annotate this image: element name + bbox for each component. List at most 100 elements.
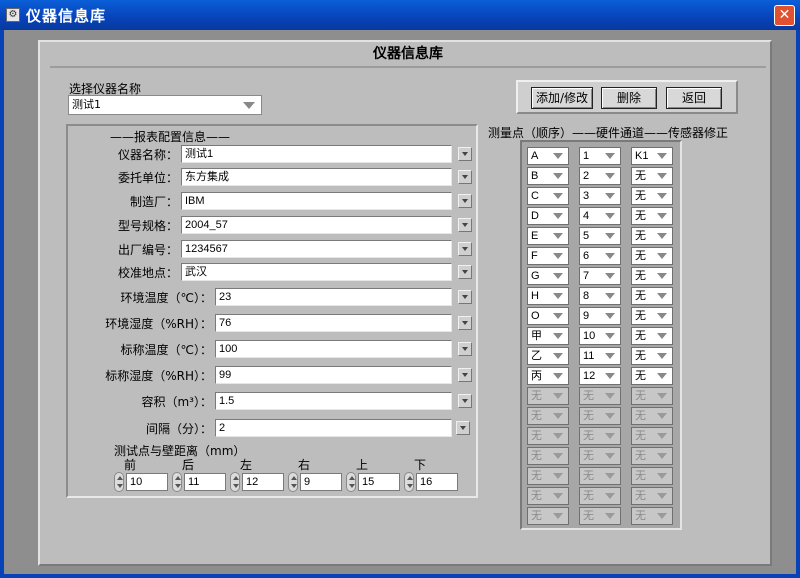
field-dropdown-icon[interactable]: [458, 394, 472, 408]
sensor-correction-select[interactable]: K1: [631, 147, 673, 165]
measure-point-select[interactable]: 丙: [527, 367, 569, 385]
chevron-down-icon[interactable]: [605, 293, 615, 299]
hardware-channel-select[interactable]: 8: [579, 287, 621, 305]
hardware-channel-select[interactable]: 3: [579, 187, 621, 205]
chevron-down-icon[interactable]: [657, 213, 667, 219]
instrument-select[interactable]: 测试1: [68, 95, 262, 115]
sensor-correction-select[interactable]: 无: [631, 367, 673, 385]
measure-point-select[interactable]: B: [527, 167, 569, 185]
chevron-down-icon[interactable]: [553, 293, 563, 299]
spinner-arrows-icon[interactable]: [288, 472, 298, 492]
chevron-down-icon[interactable]: [553, 233, 563, 239]
distance-input[interactable]: 9: [300, 473, 342, 491]
spinner-arrows-icon[interactable]: [172, 472, 182, 492]
chevron-down-icon[interactable]: [657, 153, 667, 159]
chevron-down-icon[interactable]: [605, 173, 615, 179]
chevron-down-icon[interactable]: [553, 373, 563, 379]
field-input[interactable]: 武汉: [181, 263, 452, 281]
field-dropdown-icon[interactable]: [458, 368, 472, 382]
chevron-down-icon[interactable]: [553, 173, 563, 179]
field-input[interactable]: 100: [215, 340, 452, 358]
chevron-down-icon[interactable]: [553, 253, 563, 259]
field-input[interactable]: 99: [215, 366, 452, 384]
field-dropdown-icon[interactable]: [458, 342, 472, 356]
spinner-arrows-icon[interactable]: [230, 472, 240, 492]
sensor-correction-select[interactable]: 无: [631, 187, 673, 205]
sensor-correction-select[interactable]: 无: [631, 287, 673, 305]
field-input[interactable]: 1234567: [181, 240, 452, 258]
measure-point-select[interactable]: A: [527, 147, 569, 165]
field-dropdown-icon[interactable]: [458, 170, 472, 184]
measure-point-select[interactable]: E: [527, 227, 569, 245]
sensor-correction-select[interactable]: 无: [631, 227, 673, 245]
field-input[interactable]: 2: [215, 419, 452, 437]
add-edit-button[interactable]: 添加/修改: [531, 87, 593, 109]
field-input[interactable]: 1.5: [215, 392, 452, 410]
chevron-down-icon[interactable]: [243, 102, 255, 109]
chevron-down-icon[interactable]: [605, 313, 615, 319]
chevron-down-icon[interactable]: [657, 253, 667, 259]
hardware-channel-select[interactable]: 6: [579, 247, 621, 265]
chevron-down-icon[interactable]: [657, 313, 667, 319]
hardware-channel-select[interactable]: 4: [579, 207, 621, 225]
hardware-channel-select[interactable]: 5: [579, 227, 621, 245]
field-input[interactable]: 东方集成: [181, 168, 452, 186]
sensor-correction-select[interactable]: 无: [631, 307, 673, 325]
field-dropdown-icon[interactable]: [458, 218, 472, 232]
field-dropdown-icon[interactable]: [458, 194, 472, 208]
measure-point-select[interactable]: G: [527, 267, 569, 285]
chevron-down-icon[interactable]: [605, 213, 615, 219]
chevron-down-icon[interactable]: [657, 193, 667, 199]
chevron-down-icon[interactable]: [605, 333, 615, 339]
distance-input[interactable]: 11: [184, 473, 226, 491]
chevron-down-icon[interactable]: [605, 153, 615, 159]
chevron-down-icon[interactable]: [553, 193, 563, 199]
chevron-down-icon[interactable]: [657, 353, 667, 359]
chevron-down-icon[interactable]: [657, 333, 667, 339]
chevron-down-icon[interactable]: [553, 213, 563, 219]
measure-point-select[interactable]: 乙: [527, 347, 569, 365]
spinner-arrows-icon[interactable]: [114, 472, 124, 492]
chevron-down-icon[interactable]: [605, 273, 615, 279]
distance-input[interactable]: 16: [416, 473, 458, 491]
chevron-down-icon[interactable]: [657, 293, 667, 299]
chevron-down-icon[interactable]: [553, 333, 563, 339]
chevron-down-icon[interactable]: [657, 273, 667, 279]
sensor-correction-select[interactable]: 无: [631, 207, 673, 225]
spinner-arrows-icon[interactable]: [404, 472, 414, 492]
chevron-down-icon[interactable]: [605, 193, 615, 199]
measure-point-select[interactable]: 甲: [527, 327, 569, 345]
distance-input[interactable]: 12: [242, 473, 284, 491]
sensor-correction-select[interactable]: 无: [631, 247, 673, 265]
chevron-down-icon[interactable]: [657, 373, 667, 379]
chevron-down-icon[interactable]: [553, 273, 563, 279]
field-dropdown-icon[interactable]: [458, 242, 472, 256]
sensor-correction-select[interactable]: 无: [631, 327, 673, 345]
hardware-channel-select[interactable]: 2: [579, 167, 621, 185]
field-input[interactable]: 2004_57: [181, 216, 452, 234]
distance-input[interactable]: 10: [126, 473, 168, 491]
chevron-down-icon[interactable]: [605, 373, 615, 379]
chevron-down-icon[interactable]: [605, 233, 615, 239]
measure-point-select[interactable]: O: [527, 307, 569, 325]
sensor-correction-select[interactable]: 无: [631, 167, 673, 185]
field-input[interactable]: 23: [215, 288, 452, 306]
sensor-correction-select[interactable]: 无: [631, 267, 673, 285]
hardware-channel-select[interactable]: 1: [579, 147, 621, 165]
hardware-channel-select[interactable]: 12: [579, 367, 621, 385]
chevron-down-icon[interactable]: [657, 173, 667, 179]
sensor-correction-select[interactable]: 无: [631, 347, 673, 365]
chevron-down-icon[interactable]: [605, 353, 615, 359]
field-dropdown-icon[interactable]: [458, 147, 472, 161]
distance-input[interactable]: 15: [358, 473, 400, 491]
back-button[interactable]: 返回: [666, 87, 722, 109]
chevron-down-icon[interactable]: [553, 353, 563, 359]
field-dropdown-icon[interactable]: [458, 316, 472, 330]
field-input[interactable]: IBM: [181, 192, 452, 210]
measure-point-select[interactable]: H: [527, 287, 569, 305]
hardware-channel-select[interactable]: 9: [579, 307, 621, 325]
field-input[interactable]: 测试1: [181, 145, 452, 163]
measure-point-select[interactable]: F: [527, 247, 569, 265]
field-input[interactable]: 76: [215, 314, 452, 332]
chevron-down-icon[interactable]: [657, 233, 667, 239]
